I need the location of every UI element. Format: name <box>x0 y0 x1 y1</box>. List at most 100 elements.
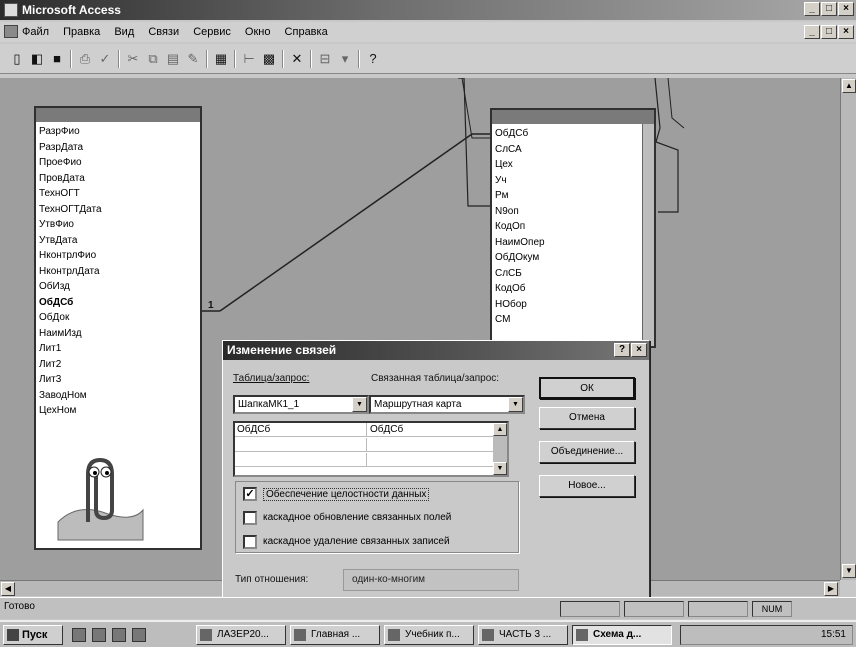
field-list-item[interactable]: ПровДата <box>39 171 197 187</box>
field-list-item[interactable]: Уч <box>495 173 651 189</box>
quicklaunch-desktop-icon[interactable] <box>112 628 126 642</box>
field-list-item[interactable]: СМ <box>495 312 651 328</box>
field-list-item[interactable]: ОбИзд <box>39 279 197 295</box>
cascade-update-label[interactable]: каскадное обновление связанных полей <box>263 512 451 523</box>
delete-icon[interactable]: ✕ <box>288 50 306 68</box>
field-list-item[interactable]: ОбДСб <box>495 126 651 142</box>
related-table-select[interactable]: Маршрутная карта ▼ <box>369 395 525 414</box>
new-file-icon[interactable]: ▯ <box>8 50 26 68</box>
office-assistant-icon[interactable] <box>48 452 148 542</box>
print-icon[interactable]: ⎙ <box>76 50 94 68</box>
chevron-down-icon[interactable]: ▼ <box>352 397 367 412</box>
scroll-down-icon[interactable]: ▼ <box>493 462 507 475</box>
field-list-item[interactable]: ОбДок <box>39 310 197 326</box>
field-list-item[interactable]: Лит3 <box>39 372 197 388</box>
scroll-down-icon[interactable]: ▼ <box>842 564 856 578</box>
field-list-item[interactable]: НконтрлДата <box>39 264 197 280</box>
quicklaunch-outlook-icon[interactable] <box>92 628 106 642</box>
show-all-icon[interactable]: ▩ <box>260 50 278 68</box>
field-list-item[interactable]: РазрФио <box>39 124 197 140</box>
chevron-down-icon[interactable]: ▼ <box>508 397 523 412</box>
field-list-item[interactable]: КодОп <box>495 219 651 235</box>
help-icon[interactable]: ? <box>364 50 382 68</box>
field-list-item[interactable]: НаимИзд <box>39 326 197 342</box>
task-button[interactable]: ЛАЗЕР20... <box>196 625 286 645</box>
maximize-button[interactable]: □ <box>821 2 837 16</box>
menu-help[interactable]: Справка <box>285 26 328 38</box>
field-list-item[interactable]: ЦехНом <box>39 403 197 419</box>
table-route-card-title[interactable] <box>492 110 654 124</box>
field-list-item[interactable]: ПроеФио <box>39 155 197 171</box>
field-list-item[interactable]: НОбор <box>495 297 651 313</box>
field-list-item[interactable]: СлСБ <box>495 266 651 282</box>
dialog-close-button[interactable]: × <box>631 343 647 357</box>
field-list-item[interactable]: РазрДата <box>39 140 197 156</box>
task-button[interactable]: Учебник п... <box>384 625 474 645</box>
spelling-icon[interactable]: ✓ <box>96 50 114 68</box>
doc-close-button[interactable]: × <box>838 25 854 39</box>
cancel-button[interactable]: Отмена <box>539 407 635 429</box>
field-list-item[interactable]: УтвДата <box>39 233 197 249</box>
integrity-checkbox[interactable]: ✓ <box>243 487 257 501</box>
field-list-item[interactable]: ТехнОГТ <box>39 186 197 202</box>
create-new-button[interactable]: Новое... <box>539 475 635 497</box>
ok-button[interactable]: ОК <box>539 377 635 399</box>
paste-icon[interactable]: ▤ <box>164 50 182 68</box>
field-list-item[interactable]: Цех <box>495 157 651 173</box>
cascade-delete-label[interactable]: каскадное удаление связанных записей <box>263 536 450 547</box>
quicklaunch-channels-icon[interactable] <box>132 628 146 642</box>
close-button[interactable]: × <box>838 2 854 16</box>
field-list-item[interactable]: Лит2 <box>39 357 197 373</box>
field-list-item[interactable]: Рм <box>495 188 651 204</box>
scroll-left-icon[interactable]: ◀ <box>1 582 15 596</box>
field-list-item[interactable]: КодОб <box>495 281 651 297</box>
field-list-item[interactable]: НконтрлФио <box>39 248 197 264</box>
grid-row[interactable]: ОбДСб ОбДСб <box>235 423 495 437</box>
doc-restore-button[interactable]: □ <box>821 25 837 39</box>
open-folder-icon[interactable]: ◧ <box>28 50 46 68</box>
scroll-up-icon[interactable]: ▲ <box>493 423 507 436</box>
cascade-update-checkbox[interactable] <box>243 511 257 525</box>
menu-tools[interactable]: Сервис <box>193 26 231 38</box>
join-fields-grid[interactable]: ОбДСб ОбДСб ▲ ▼ <box>233 421 509 477</box>
scroll-up-icon[interactable]: ▲ <box>842 79 856 93</box>
task-button[interactable]: Главная ... <box>290 625 380 645</box>
menu-file[interactable]: Файл <box>22 26 49 38</box>
menu-view[interactable]: Вид <box>114 26 134 38</box>
field-list-item[interactable]: НаимОпер <box>495 235 651 251</box>
grid-scrollbar[interactable]: ▲ ▼ <box>493 423 507 475</box>
field-list-item[interactable]: ЗаводНом <box>39 388 197 404</box>
canvas-vertical-scrollbar[interactable]: ▲ ▼ <box>840 78 856 580</box>
menu-relations[interactable]: Связи <box>148 26 179 38</box>
field-list-item[interactable]: ОбДОкум <box>495 250 651 266</box>
cascade-delete-checkbox[interactable] <box>243 535 257 549</box>
minimize-button[interactable]: _ <box>804 2 820 16</box>
table-route-card-window[interactable]: ОбДСб СлСА Цех Уч Рм N9оп КодОп НаимОпер ОбДОкум… <box>490 108 656 348</box>
field-list-item[interactable]: ОбДСб <box>39 295 197 311</box>
clock[interactable]: 15:51 <box>821 626 846 644</box>
database-window-icon[interactable]: ⊟ <box>316 50 334 68</box>
dialog-help-button[interactable]: ? <box>614 343 630 357</box>
show-table-icon[interactable]: ▦ <box>212 50 230 68</box>
format-painter-icon[interactable]: ✎ <box>184 50 202 68</box>
field-list-item[interactable]: УтвФио <box>39 217 197 233</box>
grid-right-field[interactable]: ОбДСб <box>368 423 495 437</box>
document-icon[interactable] <box>4 25 18 38</box>
dialog-title-bar[interactable]: Изменение связей ? × <box>223 341 649 360</box>
start-button[interactable]: Пуск <box>3 625 63 645</box>
cut-icon[interactable]: ✂ <box>124 50 142 68</box>
menu-edit[interactable]: Правка <box>63 26 100 38</box>
task-button[interactable]: ЧАСТЬ 3 ... <box>478 625 568 645</box>
doc-minimize-button[interactable]: _ <box>804 25 820 39</box>
table-query-select[interactable]: ШапкаМК1_1 ▼ <box>233 395 369 414</box>
show-direct-icon[interactable]: ⊢ <box>240 50 258 68</box>
field-list-item[interactable]: N9оп <box>495 204 651 220</box>
copy-icon[interactable]: ⧉ <box>144 50 162 68</box>
grid-left-field[interactable]: ОбДСб <box>235 423 367 437</box>
join-type-button[interactable]: Объединение... <box>539 441 635 463</box>
table-route-card-scrollbar[interactable] <box>642 124 654 346</box>
quicklaunch-ie-icon[interactable] <box>72 628 86 642</box>
new-object-icon[interactable]: ▾ <box>336 50 354 68</box>
integrity-label[interactable]: Обеспечение целостности данных <box>263 488 430 501</box>
field-list-item[interactable]: СлСА <box>495 142 651 158</box>
